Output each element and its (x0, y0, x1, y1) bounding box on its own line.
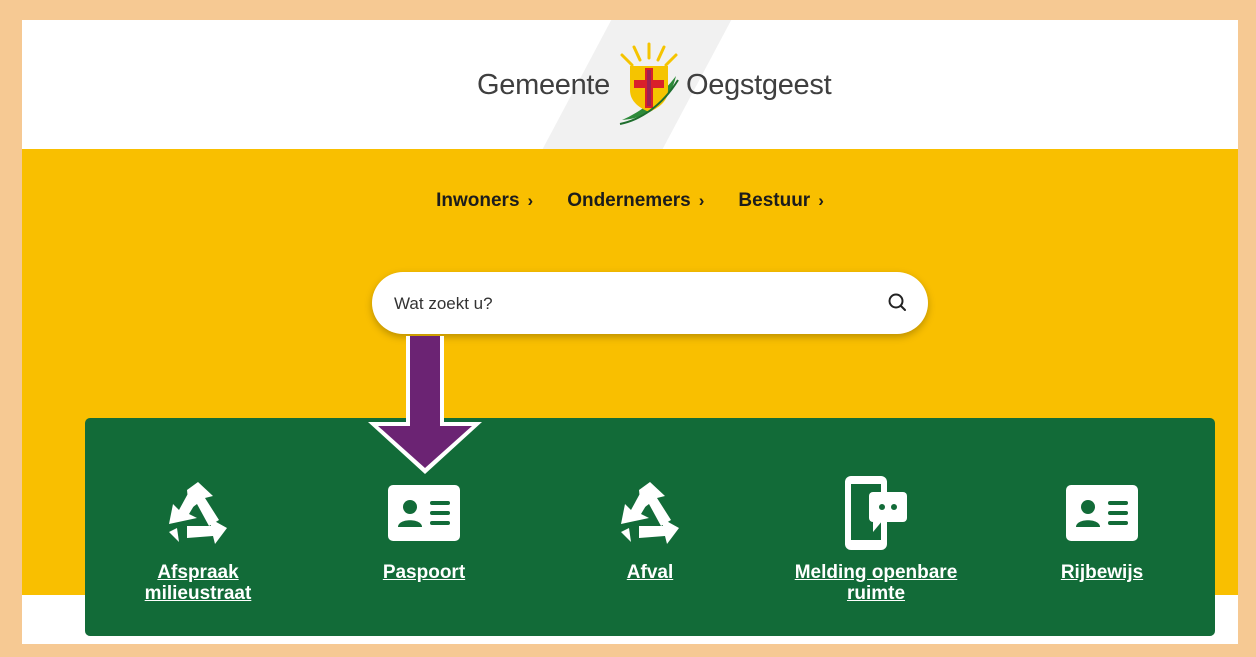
logo-text-left: Gemeente (477, 68, 611, 101)
search-box (372, 272, 928, 336)
tile-icon-wrap (831, 476, 921, 550)
logo-text-right: Oegstgeest (686, 68, 832, 101)
tile-icon-wrap (379, 476, 469, 550)
chevron-right-icon: › (527, 191, 534, 210)
tile-label: Melding openbare ruimte (794, 562, 958, 604)
id-card-icon (1066, 485, 1138, 541)
tile-icon-wrap (153, 476, 243, 550)
nav-item-label: Bestuur (738, 190, 811, 211)
id-card-icon (388, 485, 460, 541)
page-frame: Gemeente Oegstgeest Inwoners › Onderneme… (22, 20, 1238, 644)
tile-label: Paspoort (382, 562, 466, 583)
tile-icon-wrap (605, 476, 695, 550)
nav-item-label: Inwoners (436, 190, 520, 211)
search-icon[interactable] (884, 289, 912, 317)
tile-label: Afspraak milieustraat (144, 562, 252, 604)
emblem-icon (619, 42, 679, 125)
tile-afspraak-milieustraat[interactable]: Afspraak milieustraat (85, 418, 311, 636)
tile-label: Rijbewijs (1060, 562, 1144, 583)
tile-melding-openbare-ruimte[interactable]: Melding openbare ruimte (763, 418, 989, 636)
nav-item-label: Ondernemers (567, 190, 691, 211)
search-input[interactable] (392, 272, 866, 336)
tile-rijbewijs[interactable]: Rijbewijs (989, 418, 1215, 636)
chevron-right-icon: › (818, 191, 824, 210)
quick-links-panel: Afspraak milieustraat Paspoort Afval Mel… (85, 418, 1215, 636)
tile-icon-wrap (1057, 476, 1147, 550)
chevron-right-icon: › (698, 191, 705, 210)
nav-item-inwoners[interactable]: Inwoners › (436, 190, 533, 212)
site-header: Gemeente Oegstgeest (22, 20, 1238, 149)
tile-label: Afval (626, 562, 674, 583)
nav-item-bestuur[interactable]: Bestuur › (738, 190, 823, 212)
main-nav: Inwoners › Ondernemers › Bestuur › (22, 190, 1238, 212)
phone-message-icon (845, 476, 907, 550)
recycle-icon (169, 482, 227, 544)
tile-afval[interactable]: Afval (537, 418, 763, 636)
recycle-icon (621, 482, 679, 544)
down-arrow-icon (368, 336, 482, 474)
site-logo[interactable]: Gemeente Oegstgeest (477, 40, 837, 130)
nav-item-ondernemers[interactable]: Ondernemers › (567, 190, 704, 212)
